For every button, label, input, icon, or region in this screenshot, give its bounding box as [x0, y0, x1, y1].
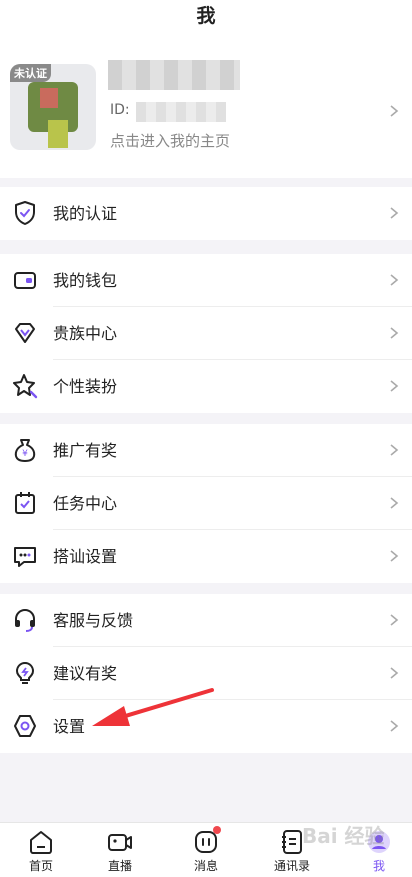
annotation-arrow	[92, 688, 214, 726]
menu-item-support[interactable]: 客服与反馈	[0, 594, 412, 647]
chevron-right-icon	[390, 720, 399, 732]
unverified-badge: 未认证	[10, 64, 51, 82]
chevron-right-icon	[390, 497, 399, 509]
chevron-right-icon	[390, 614, 399, 626]
chevron-right-icon	[390, 274, 399, 286]
menu-item-verify[interactable]: 我的认证	[0, 187, 412, 240]
menu-label: 贵族中心	[53, 324, 118, 343]
menu-section-verify: 我的认证	[0, 187, 412, 240]
menu-label: 任务中心	[53, 494, 118, 513]
tab-live[interactable]: 直播	[79, 823, 161, 877]
menu-item-wallet[interactable]: 我的钱包	[0, 254, 412, 307]
menu-item-promote[interactable]: ¥ 推广有奖	[0, 424, 412, 477]
menu-item-noble[interactable]: 贵族中心	[0, 307, 412, 360]
chevron-right-icon	[390, 444, 399, 456]
menu-label: 我的认证	[53, 204, 118, 223]
unread-dot	[213, 826, 221, 834]
chevron-right-icon	[390, 207, 399, 219]
menu-item-tasks[interactable]: 任务中心	[0, 477, 412, 530]
profile-home-link[interactable]: 点击进入我的主页	[110, 130, 230, 151]
settings-hexagon-icon	[14, 715, 36, 737]
tab-label: 直播	[107, 859, 132, 873]
menu-label: 我的钱包	[53, 271, 118, 290]
chevron-right-icon	[390, 105, 399, 117]
username-blurred	[108, 60, 240, 90]
chat-bubble-icon	[14, 547, 36, 567]
wallet-icon	[14, 272, 36, 289]
menu-item-chat-settings[interactable]: 搭讪设置	[0, 530, 412, 583]
watermark-logo: Bai 经验	[302, 824, 385, 848]
user-id-blurred	[136, 102, 226, 122]
home-icon	[30, 831, 52, 854]
chevron-right-icon	[390, 667, 399, 679]
menu-section-rewards: ¥ 推广有奖 任务中心 搭讪设置	[0, 424, 412, 583]
page-title: 我	[0, 0, 412, 44]
money-bag-icon: ¥	[14, 439, 36, 462]
menu-label: 推广有奖	[53, 441, 118, 460]
menu-label: 个性装扮	[53, 377, 118, 396]
tab-home[interactable]: 首页	[0, 823, 82, 877]
star-wand-icon	[13, 374, 38, 399]
calendar-check-icon	[15, 492, 35, 514]
menu-label: 搭讪设置	[53, 547, 118, 566]
avatar-image-detail	[40, 88, 58, 108]
user-id-label: ID:	[110, 102, 130, 118]
headset-icon	[15, 608, 35, 632]
profile-card[interactable]: 未认证 ID: 点击进入我的主页	[0, 44, 412, 178]
tab-label: 消息	[193, 859, 218, 873]
chevron-right-icon	[390, 550, 399, 562]
video-camera-icon	[108, 834, 132, 851]
lightbulb-icon	[15, 661, 35, 684]
menu-label: 设置	[53, 717, 86, 736]
avatar[interactable]: 未认证	[10, 64, 96, 150]
avatar-image-detail	[48, 120, 68, 148]
shield-check-icon	[15, 201, 35, 225]
menu-section-wallet: 我的钱包 贵族中心 个性装扮	[0, 254, 412, 413]
diamond-icon	[15, 323, 35, 343]
svg-text:¥: ¥	[22, 449, 28, 459]
menu-item-dressup[interactable]: 个性装扮	[0, 360, 412, 413]
tab-label: 首页	[28, 859, 53, 873]
chevron-right-icon	[390, 380, 399, 392]
chevron-right-icon	[390, 327, 399, 339]
tab-messages[interactable]: 消息	[165, 823, 247, 877]
menu-label: 客服与反馈	[53, 611, 134, 630]
